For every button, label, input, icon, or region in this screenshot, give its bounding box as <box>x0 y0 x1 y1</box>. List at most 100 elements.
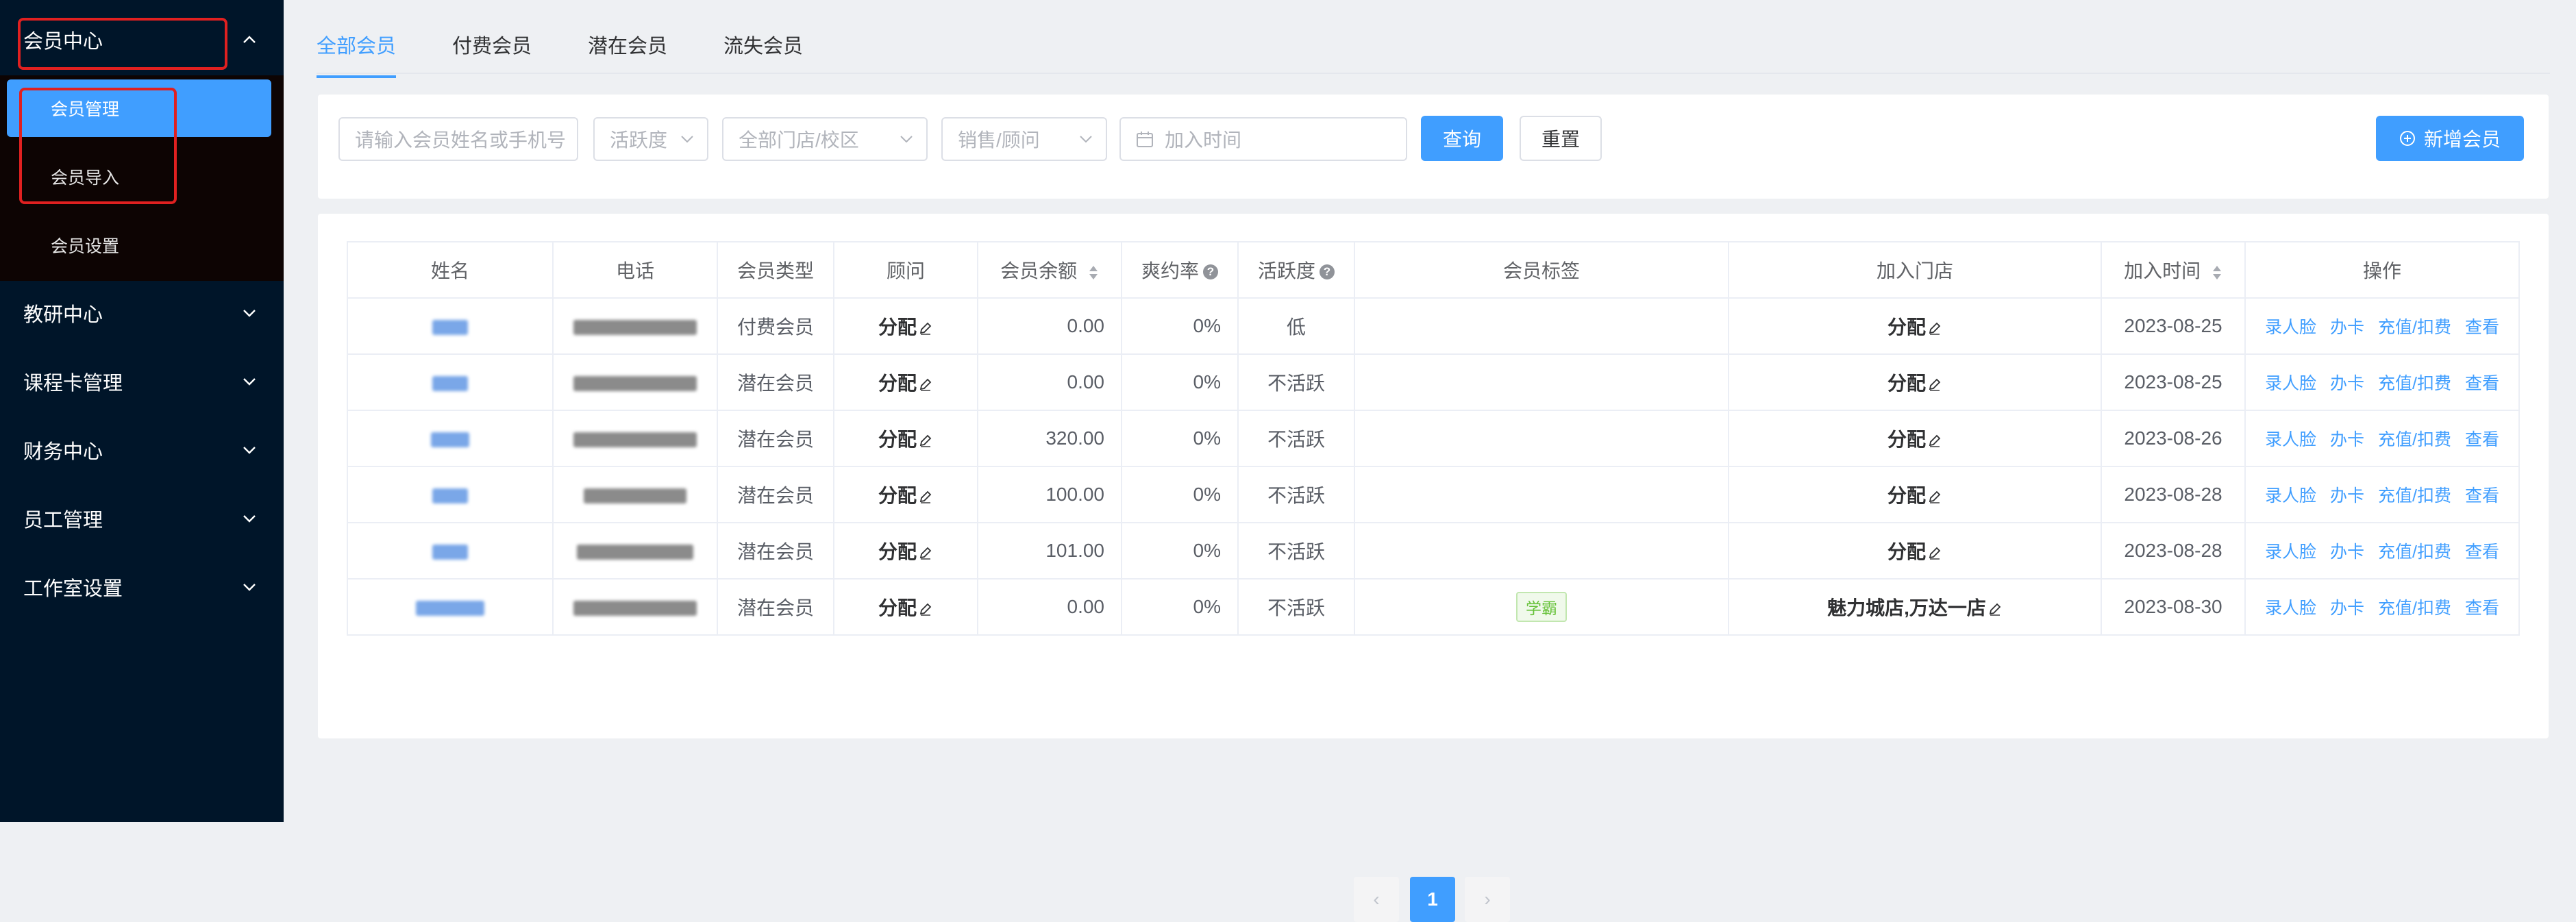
recharge-link[interactable]: 充值/扣费 <box>2378 318 2451 337</box>
sort-icon[interactable] <box>2212 264 2222 281</box>
menu-finance-center[interactable]: 财务中心 <box>0 416 284 484</box>
store-link[interactable]: 分配 <box>1887 429 1926 450</box>
search-input[interactable]: 请输入会员姓名或手机号 <box>338 117 578 161</box>
edit-pencil-icon[interactable] <box>1927 545 1942 560</box>
sidebar-item-member-import[interactable]: 会员导入 <box>7 148 271 205</box>
store-select[interactable]: 全部门店/校区 <box>722 117 928 161</box>
tab-paid-members[interactable]: 付费会员 <box>452 26 532 74</box>
consultant-select-label: 销售/顾问 <box>958 129 1040 151</box>
cell-store[interactable]: 分配 <box>1728 466 2102 523</box>
query-button[interactable]: 查询 <box>1421 116 1503 161</box>
menu-course-card[interactable]: 课程卡管理 <box>0 347 284 416</box>
menu-staff-management[interactable]: 员工管理 <box>0 484 284 553</box>
record-face-link[interactable]: 录人脸 <box>2265 543 2316 562</box>
cell-name <box>347 578 554 636</box>
view-link[interactable]: 查看 <box>2465 486 2499 506</box>
recharge-link[interactable]: 充值/扣费 <box>2378 486 2451 506</box>
cell-consultant[interactable]: 分配 <box>833 410 978 467</box>
sidebar-item-member-management[interactable]: 会员管理 <box>7 79 271 137</box>
cell-phone <box>552 353 718 411</box>
reset-button[interactable]: 重置 <box>1520 116 1602 161</box>
record-face-link[interactable]: 录人脸 <box>2265 486 2316 506</box>
edit-pencil-icon[interactable] <box>918 601 933 616</box>
store-link[interactable]: 魅力城店,万达一店 <box>1827 597 1986 619</box>
assign-consultant-link[interactable]: 分配 <box>878 316 917 338</box>
recharge-link[interactable]: 充值/扣费 <box>2378 543 2451 562</box>
edit-pencil-icon[interactable] <box>918 433 933 448</box>
issue-card-link[interactable]: 办卡 <box>2330 430 2364 449</box>
help-icon[interactable]: ? <box>1203 264 1218 279</box>
view-link[interactable]: 查看 <box>2465 318 2499 337</box>
view-link[interactable]: 查看 <box>2465 374 2499 393</box>
cell-consultant[interactable]: 分配 <box>833 578 978 636</box>
cell-name <box>347 410 554 467</box>
cell-store[interactable]: 魅力城店,万达一店 <box>1728 578 2102 636</box>
table-panel: 姓名 电话 会员类型 顾问 会员余额 爽约率? 活跃度? 会员标签 加入门店 加… <box>318 214 2549 922</box>
assign-consultant-link[interactable]: 分配 <box>878 485 917 506</box>
help-icon[interactable]: ? <box>1320 264 1335 279</box>
consultant-select[interactable]: 销售/顾问 <box>941 117 1107 161</box>
recharge-link[interactable]: 充值/扣费 <box>2378 599 2451 618</box>
view-link[interactable]: 查看 <box>2465 543 2499 562</box>
add-member-button[interactable]: 新增会员 <box>2376 116 2524 161</box>
record-face-link[interactable]: 录人脸 <box>2265 318 2316 337</box>
tab-all-members[interactable]: 全部会员 <box>317 26 397 78</box>
issue-card-link[interactable]: 办卡 <box>2330 599 2364 618</box>
activity-select[interactable]: 活跃度 <box>593 117 708 161</box>
issue-card-link[interactable]: 办卡 <box>2330 374 2364 393</box>
assign-consultant-link[interactable]: 分配 <box>878 429 917 450</box>
menu-member-center[interactable]: 会员中心 <box>0 5 284 74</box>
prev-page-button[interactable]: ‹ <box>1354 877 1399 922</box>
cell-store[interactable]: 分配 <box>1728 522 2102 580</box>
record-face-link[interactable]: 录人脸 <box>2265 374 2316 393</box>
edit-pencil-icon[interactable] <box>1927 433 1942 448</box>
issue-card-link[interactable]: 办卡 <box>2330 543 2364 562</box>
assign-consultant-link[interactable]: 分配 <box>878 597 917 619</box>
store-link[interactable]: 分配 <box>1887 373 1926 394</box>
header-balance[interactable]: 会员余额 <box>977 241 1122 299</box>
cell-store[interactable]: 分配 <box>1728 353 2102 411</box>
recharge-link[interactable]: 充值/扣费 <box>2378 374 2451 393</box>
recharge-link[interactable]: 充值/扣费 <box>2378 430 2451 449</box>
menu-studio-settings[interactable]: 工作室设置 <box>0 553 284 621</box>
edit-pencil-icon[interactable] <box>1927 489 1942 504</box>
cell-consultant[interactable]: 分配 <box>833 353 978 411</box>
cell-store[interactable]: 分配 <box>1728 297 2102 355</box>
issue-card-link[interactable]: 办卡 <box>2330 486 2364 506</box>
sort-icon[interactable] <box>1088 264 1099 281</box>
assign-consultant-link[interactable]: 分配 <box>878 373 917 394</box>
sidebar-item-member-settings[interactable]: 会员设置 <box>7 216 271 274</box>
issue-card-link[interactable]: 办卡 <box>2330 318 2364 337</box>
edit-pencil-icon[interactable] <box>918 489 933 504</box>
cell-store[interactable]: 分配 <box>1728 410 2102 467</box>
record-face-link[interactable]: 录人脸 <box>2265 430 2316 449</box>
cell-activity: 不活跃 <box>1237 466 1355 523</box>
edit-pencil-icon[interactable] <box>918 377 933 392</box>
cell-consultant[interactable]: 分配 <box>833 466 978 523</box>
record-face-link[interactable]: 录人脸 <box>2265 599 2316 618</box>
cell-consultant[interactable]: 分配 <box>833 522 978 580</box>
assign-consultant-link[interactable]: 分配 <box>878 541 917 562</box>
table-row: 潜在会员 分配 320.00 0% 不活跃 分配 2023-08-26 录人脸 办卡 充值/扣费查… <box>347 410 2520 467</box>
store-link[interactable]: 分配 <box>1887 485 1926 506</box>
edit-pencil-icon[interactable] <box>918 545 933 560</box>
store-link[interactable]: 分配 <box>1887 541 1926 562</box>
tab-potential-members[interactable]: 潜在会员 <box>588 26 667 74</box>
edit-pencil-icon[interactable] <box>1927 377 1942 392</box>
tabs-divider <box>317 73 2550 74</box>
store-link[interactable]: 分配 <box>1887 316 1926 338</box>
cell-actions: 录人脸 办卡 充值/扣费 查看 <box>2244 522 2520 580</box>
tab-lost-members[interactable]: 流失会员 <box>723 26 803 74</box>
cell-no-show-rate: 0% <box>1121 353 1239 411</box>
edit-pencil-icon[interactable] <box>1987 601 2003 616</box>
view-link[interactable]: 查看 <box>2465 599 2499 618</box>
page-1-button[interactable]: 1 <box>1410 877 1455 922</box>
edit-pencil-icon[interactable] <box>1927 321 1942 336</box>
cell-consultant[interactable]: 分配 <box>833 297 978 355</box>
next-page-button[interactable]: › <box>1465 877 1510 922</box>
view-link[interactable]: 查看 <box>2465 430 2499 449</box>
menu-teaching-center[interactable]: 教研中心 <box>0 279 284 347</box>
join-time-picker[interactable]: 加入时间 <box>1119 117 1407 161</box>
edit-pencil-icon[interactable] <box>918 321 933 336</box>
header-join-time[interactable]: 加入时间 <box>2101 241 2246 299</box>
